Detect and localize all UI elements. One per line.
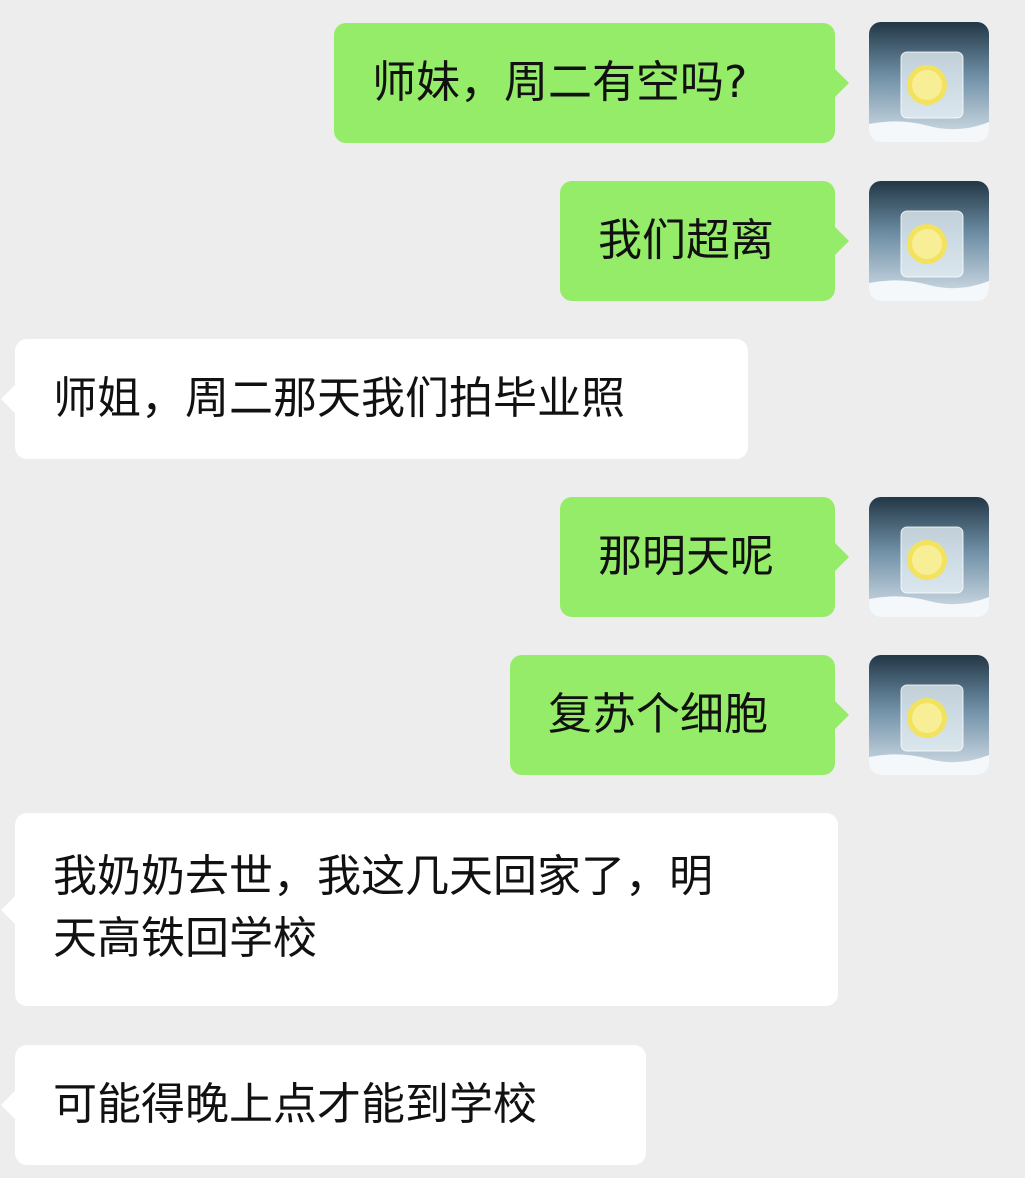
my-avatar-icon[interactable]: [869, 181, 989, 301]
received-message-bubble[interactable]: 师姐，周二那天我们拍毕业照: [1, 339, 748, 459]
sent-message-bubble[interactable]: 复苏个细胞: [510, 655, 849, 775]
received-message-bubble[interactable]: 可能得晚上点才能到学校: [1, 1045, 646, 1165]
chat-message-list[interactable]: 师妹，周二有空吗? 我们超离 师姐，周二那天我们拍毕业照 那明天呢 复苏个细胞 …: [0, 0, 1025, 1178]
my-avatar-icon[interactable]: [869, 22, 989, 142]
my-avatar-icon[interactable]: [869, 497, 989, 617]
sent-message-bubble[interactable]: 师妹，周二有空吗?: [334, 23, 849, 143]
received-message-bubble[interactable]: 我奶奶去世，我这几天回家了，明 天高铁回学校: [1, 813, 838, 1006]
my-avatar-icon[interactable]: [869, 655, 989, 775]
sent-message-bubble[interactable]: 我们超离: [560, 181, 849, 301]
sent-message-bubble[interactable]: 那明天呢: [560, 497, 849, 617]
